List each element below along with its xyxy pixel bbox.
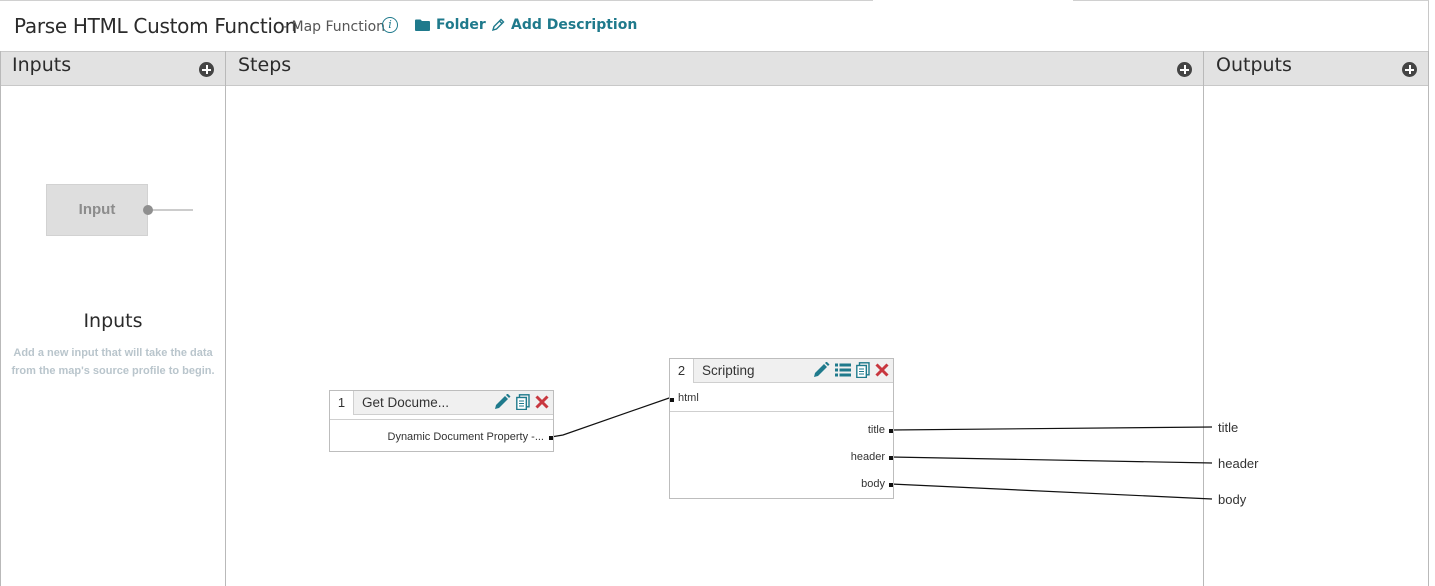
edit-icon[interactable]: [494, 394, 511, 410]
add-output-button[interactable]: [1402, 62, 1417, 77]
step-number: 2: [670, 359, 694, 383]
steps-column-title: Steps: [238, 54, 292, 76]
inputs-column-title: Inputs: [12, 54, 72, 76]
delete-icon[interactable]: [875, 363, 889, 377]
wire-header-output: [890, 456, 1213, 464]
input-connector-dot: [143, 205, 153, 215]
delete-icon[interactable]: [535, 395, 549, 409]
folder-icon: [415, 19, 430, 31]
step-card-scripting[interactable]: 2 Scripting html title header body: [669, 358, 894, 499]
outputs-column-title: Outputs: [1216, 54, 1292, 76]
add-input-button[interactable]: [199, 62, 214, 77]
add-step-button[interactable]: [1177, 62, 1192, 77]
folder-label: Folder: [436, 17, 486, 33]
step-header: 2 Scripting: [670, 359, 893, 383]
add-description-link[interactable]: Add Description: [491, 17, 637, 33]
step-header: 1 Get Docume...: [330, 391, 553, 415]
output-port[interactable]: [889, 483, 893, 487]
input-port[interactable]: [670, 398, 674, 402]
outputs-column-header: Outputs: [1204, 51, 1429, 86]
step-separator: [330, 419, 553, 420]
step-output-label: title: [867, 424, 885, 436]
page-title: Parse HTML Custom Function: [14, 14, 297, 38]
wire-title-output: [890, 426, 1213, 431]
copy-icon[interactable]: [516, 394, 530, 410]
folder-link[interactable]: Folder: [415, 17, 486, 33]
output-port[interactable]: [889, 429, 893, 433]
output-port[interactable]: [889, 456, 893, 460]
step-output-label: Dynamic Document Property -...: [387, 431, 545, 443]
title-bar: Parse HTML Custom Function - Map Functio…: [0, 0, 1429, 52]
step-name: Get Docume...: [362, 395, 450, 410]
inputs-empty-heading: Inputs: [83, 310, 143, 332]
steps-outputs-divider: [1203, 51, 1204, 586]
page-subtitle: - Map Function: [282, 19, 386, 35]
output-port[interactable]: [549, 436, 553, 440]
input-connector-line: [148, 209, 193, 211]
steps-column-header: Steps: [226, 51, 1204, 86]
step-output-label: body: [861, 478, 885, 490]
step-actions: [494, 394, 549, 410]
step-name: Scripting: [702, 363, 755, 378]
output-field-header[interactable]: header: [1218, 456, 1258, 471]
step-actions: [813, 362, 889, 378]
add-description-label: Add Description: [511, 17, 638, 33]
wire-step1-to-html: [550, 396, 673, 438]
step-input-label: html: [678, 392, 699, 404]
info-icon[interactable]: i: [382, 17, 398, 33]
step-card-get-document[interactable]: 1 Get Docume... Dynamic Document Propert…: [329, 390, 554, 452]
step-number: 1: [330, 391, 354, 415]
input-placeholder-node: Input: [46, 184, 148, 236]
inputs-empty-help: Add a new input that will take the data …: [11, 347, 215, 377]
tab-gap: [873, 0, 1073, 2]
copy-icon[interactable]: [856, 362, 870, 378]
edit-icon[interactable]: [813, 362, 830, 378]
wire-body-output: [890, 483, 1213, 500]
pencil-icon: [491, 18, 505, 32]
list-icon[interactable]: [835, 363, 851, 377]
right-border: [1428, 51, 1429, 586]
output-field-title[interactable]: title: [1218, 420, 1238, 435]
output-field-body[interactable]: body: [1218, 492, 1246, 507]
inputs-column-header: Inputs: [0, 51, 226, 86]
step-separator: [670, 411, 893, 412]
step-output-label: header: [850, 451, 885, 463]
